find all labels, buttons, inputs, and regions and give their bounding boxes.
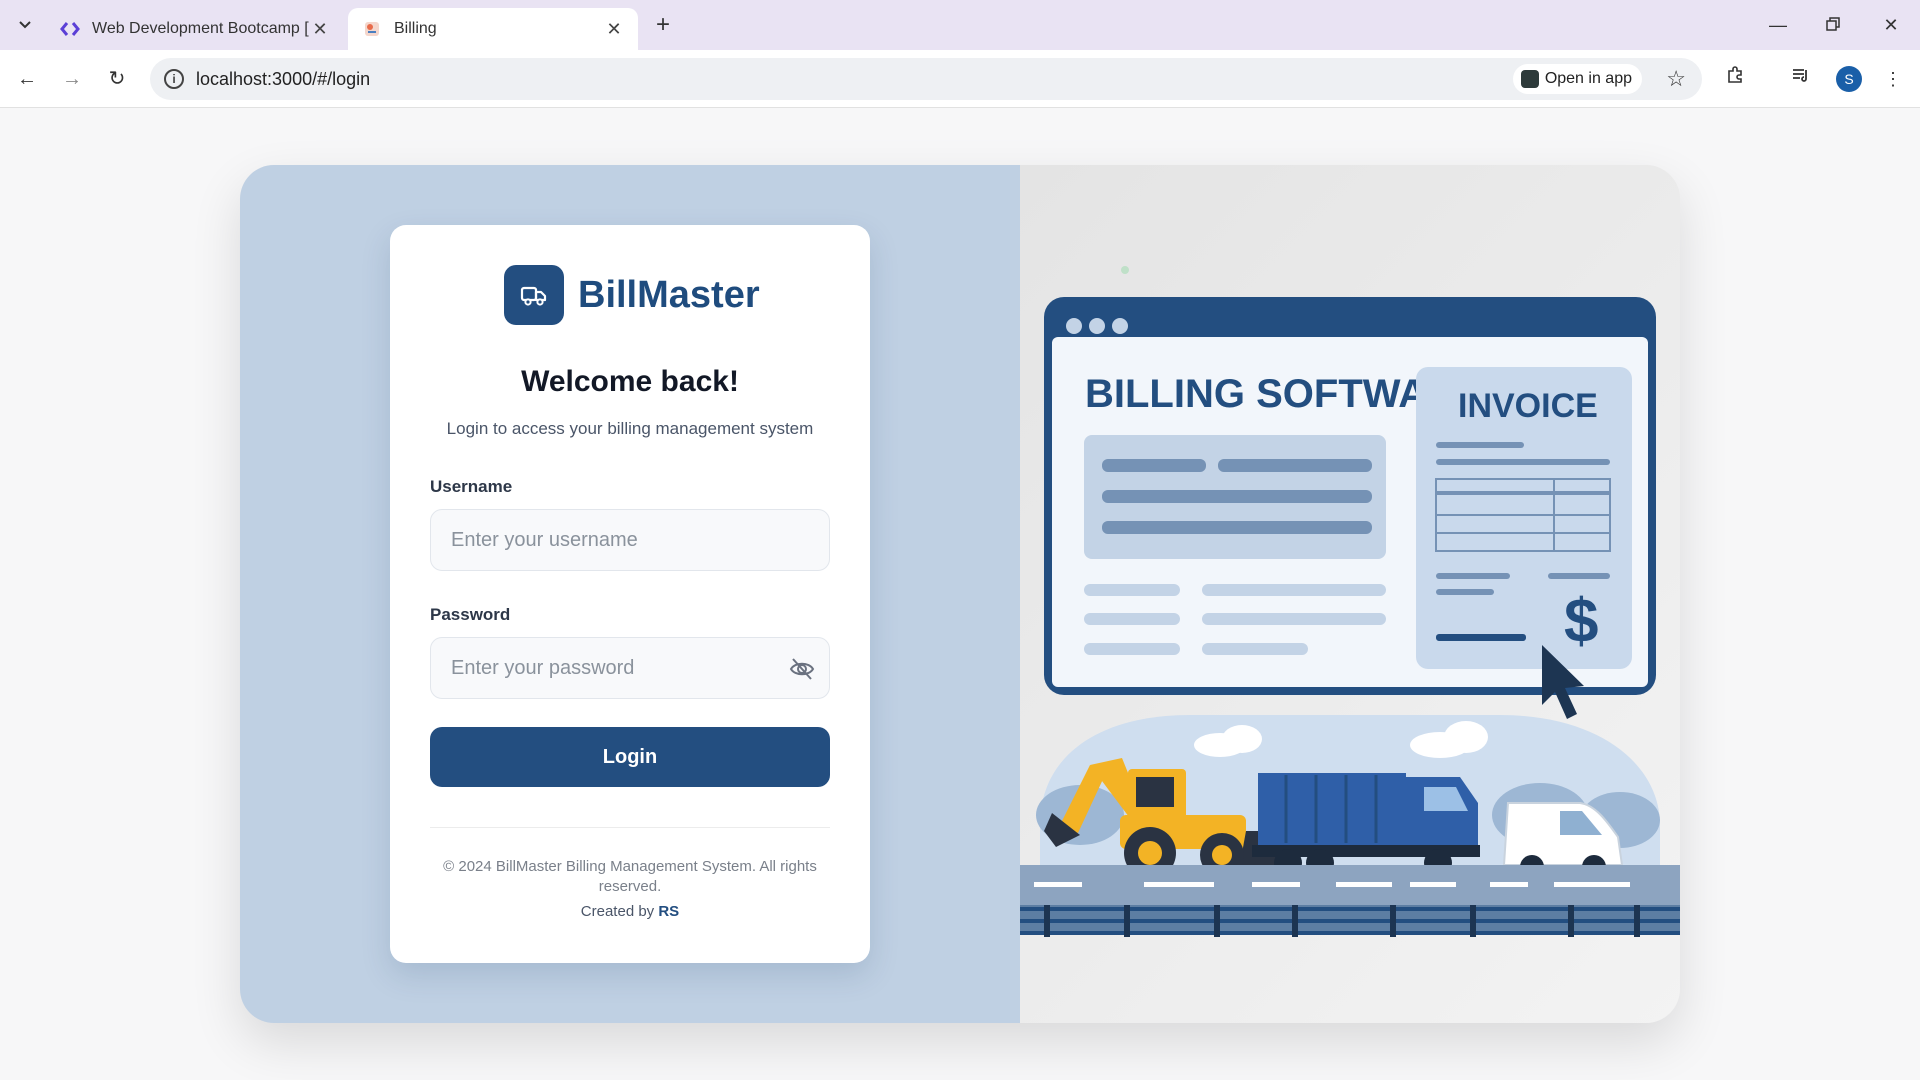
app-icon	[1520, 70, 1539, 88]
site-info-icon[interactable]: i	[164, 69, 184, 89]
brand-name: BillMaster	[578, 273, 760, 316]
dollar-icon: $	[1564, 587, 1598, 656]
login-subtitle: Login to access your billing management …	[446, 419, 814, 438]
login-page-container: BillMaster Welcome back! Login to access…	[240, 165, 1680, 1023]
created-by: Created by RS	[390, 903, 870, 920]
login-card: BillMaster Welcome back! Login to access…	[390, 225, 870, 963]
profile-avatar[interactable]: S	[1836, 66, 1862, 92]
eye-off-icon[interactable]	[788, 655, 816, 683]
copyright-text: © 2024 BillMaster Billing Management Sys…	[443, 858, 817, 895]
close-tab-icon[interactable]: ✕	[310, 19, 330, 40]
extensions-icon[interactable]	[1721, 64, 1751, 94]
browser-tab-bar: Web Development Bootcamp [I ✕ Billing ✕ …	[0, 0, 1920, 50]
tab-title: Billing	[394, 20, 437, 37]
created-by-prefix: Created by	[580, 903, 655, 920]
illustration-panel: BILLING SOFTWARE INVOICE $	[1020, 165, 1680, 1023]
address-bar[interactable]: i localhost:3000/#/login Open in app ☆	[150, 58, 1702, 100]
bookmark-star-icon[interactable]: ☆	[1666, 66, 1686, 92]
tab-title: Web Development Bootcamp [I	[92, 20, 310, 37]
restore-icon[interactable]	[1818, 10, 1848, 40]
close-tab-icon[interactable]: ✕	[604, 19, 624, 40]
author-link[interactable]: RS	[658, 903, 679, 920]
welcome-heading: Welcome back!	[521, 365, 739, 398]
login-panel: BillMaster Welcome back! Login to access…	[240, 165, 1020, 1023]
username-input[interactable]	[430, 509, 830, 571]
tab-billing[interactable]: Billing ✕	[348, 8, 638, 50]
invoice-heading: INVOICE	[1458, 387, 1598, 425]
code-icon	[60, 19, 80, 39]
billing-favicon-icon	[362, 19, 382, 39]
more-menu-icon[interactable]: ⋮	[1878, 64, 1908, 94]
login-button[interactable]: Login	[430, 727, 830, 787]
url-text: localhost:3000/#/login	[196, 69, 371, 89]
open-in-app-label: Open in app	[1544, 70, 1632, 87]
truck-logo-icon	[504, 265, 564, 325]
close-window-icon[interactable]: ✕	[1876, 10, 1906, 40]
billing-illustration: BILLING SOFTWARE INVOICE $	[1020, 266, 1680, 937]
new-tab-button[interactable]: +	[650, 12, 676, 38]
back-icon[interactable]: ←	[12, 64, 42, 94]
password-label: Password	[430, 605, 511, 624]
open-in-app-button[interactable]: Open in app	[1512, 64, 1642, 94]
media-control-icon[interactable]	[1786, 64, 1816, 94]
tab-web-development-bootcamp[interactable]: Web Development Bootcamp [I ✕	[46, 8, 344, 50]
forward-icon[interactable]: →	[57, 64, 87, 94]
minimize-icon[interactable]: —	[1763, 10, 1793, 40]
password-input[interactable]	[430, 637, 830, 699]
tab-search-icon[interactable]	[12, 12, 38, 38]
username-label: Username	[430, 477, 513, 496]
brand: BillMaster	[504, 265, 760, 325]
reload-icon[interactable]: ↻	[102, 64, 132, 94]
divider	[430, 827, 830, 828]
browser-toolbar: ← → ↻ i localhost:3000/#/login Open in a…	[0, 50, 1920, 108]
